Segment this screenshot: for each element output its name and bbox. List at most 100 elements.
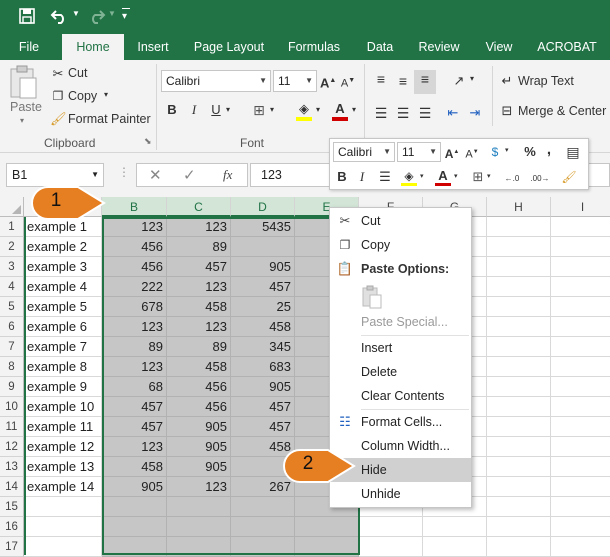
mini-font-dropdown[interactable]: Calibri ▼ [333,142,395,162]
grid-cell[interactable] [487,437,551,457]
grid-cell[interactable]: 123 [102,437,167,457]
tab-acrobat[interactable]: ACROBAT [532,34,602,60]
row-header[interactable]: 5 [0,297,24,317]
grid-cell[interactable]: 683 [231,357,295,377]
grid-cell[interactable] [487,497,551,517]
row-header[interactable]: 14 [0,477,24,497]
row-header[interactable]: 12 [0,437,24,457]
grid-cell[interactable]: 89 [167,237,231,257]
merge-center-button[interactable]: ⊟ Merge & Center [498,102,610,122]
grid-cell[interactable] [167,517,231,537]
grid-cell[interactable] [487,317,551,337]
undo-dropdown-icon[interactable]: ▼ [72,9,80,18]
row-header[interactable]: 9 [0,377,24,397]
grid-cell[interactable] [24,537,102,557]
row-header[interactable]: 17 [0,537,24,557]
grid-cell[interactable]: 905 [167,417,231,437]
cancel-icon[interactable]: ✕ [149,166,162,184]
grid-cell[interactable] [551,377,610,397]
fill-color-button[interactable]: ◈ [294,100,314,122]
decrease-decimal-icon[interactable]: .00→ [528,170,552,188]
column-header-i[interactable]: I [551,197,610,217]
font-name-dropdown[interactable]: Calibri ▼ [161,70,271,92]
orientation-icon[interactable]: ↗ [448,72,470,90]
paste-button[interactable]: Paste ▾ [6,64,44,126]
grid-cell[interactable]: 89 [102,337,167,357]
align-center-icon[interactable]: ☰ [377,168,393,186]
increase-indent-icon[interactable]: ⇥ [466,104,484,122]
mini-size-dropdown[interactable]: 11 ▼ [397,142,441,162]
paste-option-button[interactable] [361,285,385,311]
grid-cell[interactable]: example 2 [24,237,102,257]
grid-cell[interactable] [102,517,167,537]
chevron-down-icon[interactable]: ▼ [91,164,99,186]
grid-cell[interactable] [487,477,551,497]
select-all-button[interactable] [0,197,24,217]
grid-cell[interactable]: example 3 [24,257,102,277]
insert-function-button[interactable]: fx [223,167,232,183]
grid-cell[interactable]: 905 [167,457,231,477]
drag-handle-icon[interactable]: ⋮ [118,165,130,179]
accounting-format-icon[interactable]: $ [486,143,504,161]
grid-cell[interactable] [551,257,610,277]
grid-cell[interactable]: 123 [167,277,231,297]
grid-cell[interactable] [487,517,551,537]
grid-cell[interactable]: 457 [167,257,231,277]
grid-cell[interactable] [167,497,231,517]
grid-cell[interactable]: example 6 [24,317,102,337]
decrease-font-icon[interactable]: A▼ [340,72,356,93]
grid-cell[interactable] [487,357,551,377]
chevron-down-icon[interactable]: ▾ [505,146,509,154]
grid-cell[interactable]: example 8 [24,357,102,377]
align-bottom-icon[interactable]: ≡ [414,70,436,94]
mini-fill-color-button[interactable]: ◈ [400,167,418,187]
grid-cell[interactable]: 458 [167,297,231,317]
chevron-down-icon[interactable]: ▾ [352,105,356,114]
grid-cell[interactable] [487,237,551,257]
grid-cell[interactable] [551,497,610,517]
dialog-launcher-icon[interactable]: ⬊ [144,136,152,147]
grid-cell[interactable]: 5435 [231,217,295,237]
wrap-text-button[interactable]: ↵ Wrap Text [498,72,608,92]
grid-cell[interactable]: example 13 [24,457,102,477]
grid-cell[interactable] [551,357,610,377]
grid-cell[interactable] [551,297,610,317]
grid-cell[interactable]: 456 [167,377,231,397]
grid-cell[interactable] [487,457,551,477]
chevron-down-icon[interactable]: ▾ [226,105,230,114]
grid-cell[interactable]: 456 [167,397,231,417]
align-top-icon[interactable]: ≡ [372,70,390,88]
percent-style-button[interactable]: % [522,143,538,161]
grid-cell[interactable] [551,517,610,537]
grid-cell[interactable] [231,537,295,557]
grid-cell[interactable] [487,277,551,297]
grid-cell[interactable]: 123 [102,357,167,377]
grid-cell[interactable] [423,517,487,537]
chevron-down-icon[interactable]: ▾ [316,105,320,114]
grid-cell[interactable]: 457 [231,417,295,437]
column-header-c[interactable]: C [167,197,231,217]
grid-cell[interactable] [231,517,295,537]
grid-cell[interactable] [551,397,610,417]
customize-toolbar-icon[interactable]: ▾ [122,8,130,22]
grid-cell[interactable] [551,277,610,297]
grid-cell[interactable] [551,337,610,357]
chevron-down-icon[interactable]: ▾ [470,74,474,83]
grid-cell[interactable] [551,237,610,257]
row-header[interactable]: 8 [0,357,24,377]
grid-cell[interactable] [551,217,610,237]
grid-cell[interactable]: 123 [102,317,167,337]
grid-cell[interactable]: 457 [231,397,295,417]
format-painter-button[interactable]: 🖌 Format Painter [50,110,155,128]
grid-cell[interactable]: 905 [167,437,231,457]
align-right-icon[interactable]: ☰ [416,104,434,122]
grid-cell[interactable]: 345 [231,337,295,357]
grid-cell[interactable] [551,537,610,557]
column-header-h[interactable]: H [487,197,551,217]
grid-cell[interactable] [551,417,610,437]
grid-cell[interactable]: example 11 [24,417,102,437]
menu-item-insert[interactable]: Insert [330,336,471,360]
grid-cell[interactable]: 456 [102,237,167,257]
chevron-down-icon[interactable]: ▾ [487,172,491,180]
row-header[interactable]: 7 [0,337,24,357]
